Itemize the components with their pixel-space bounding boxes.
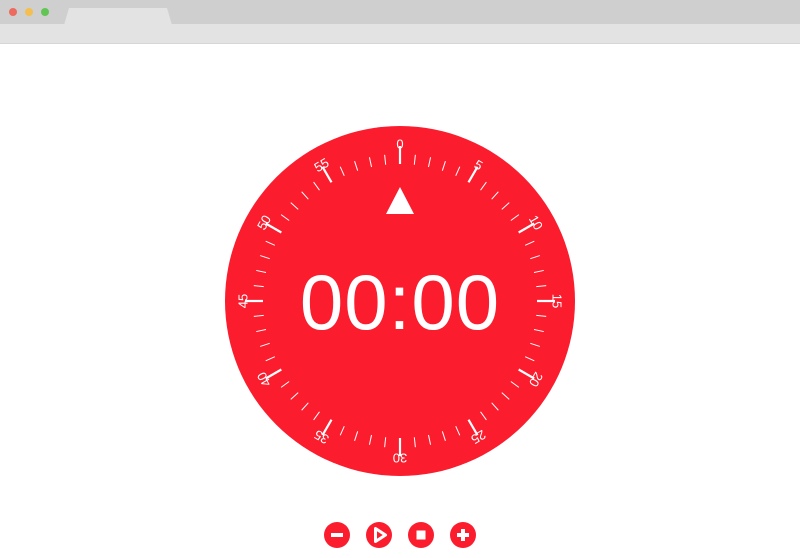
timer-controls <box>324 522 478 549</box>
dial-label: 0 <box>396 137 403 152</box>
play-button[interactable] <box>366 522 392 548</box>
play-icon <box>374 527 387 543</box>
minus-icon <box>331 533 343 537</box>
stop-icon <box>416 530 426 540</box>
decrease-button[interactable] <box>324 522 350 548</box>
time-display: 00:00 <box>299 258 501 346</box>
plus-icon <box>457 529 469 541</box>
stop-button[interactable] <box>408 522 434 548</box>
dial-label: 30 <box>393 451 407 466</box>
increase-button[interactable] <box>450 522 476 548</box>
